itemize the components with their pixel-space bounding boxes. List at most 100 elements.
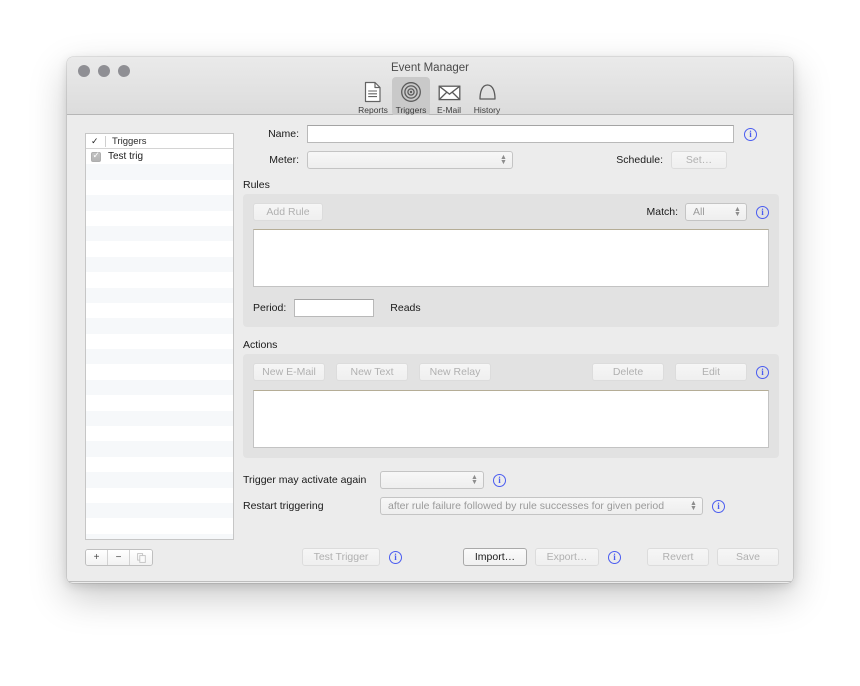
trigger-list-empty-row xyxy=(86,180,233,195)
screen-canvas: Event Manager Reports Triggers E-Mail Hi… xyxy=(0,0,860,686)
rules-list[interactable] xyxy=(253,229,769,287)
activate-again-row: Trigger may activate again ▲ ▼ i xyxy=(243,471,779,489)
trigger-detail-pane: Name: i Meter: ▲ ▼ Schedule: Set… Rules … xyxy=(243,125,779,515)
bell-icon xyxy=(477,80,498,104)
new-relay-button[interactable]: New Relay xyxy=(419,363,491,381)
trigger-list-empty-row xyxy=(86,272,233,287)
chevron-updown-icon: ▲ ▼ xyxy=(690,500,697,512)
trigger-list-empty-row xyxy=(86,195,233,211)
triggers-list-header: ✓ Triggers xyxy=(86,134,233,149)
rules-section: Rules Add Rule Match: All ▲ ▼ i Period: … xyxy=(243,179,779,327)
new-text-button[interactable]: New Text xyxy=(336,363,408,381)
actions-toolbar: New E-Mail New Text New Relay Delete Edi… xyxy=(253,363,769,381)
restart-triggering-value: after rule failure followed by rule succ… xyxy=(388,500,665,512)
trigger-list-empty-row xyxy=(86,349,233,365)
triggers-list[interactable]: ✓ Triggers Test trig xyxy=(85,133,234,540)
trigger-list-item-label: Test trig xyxy=(108,151,144,163)
revert-button[interactable]: Revert xyxy=(647,548,709,566)
header-divider xyxy=(105,135,106,147)
restart-triggering-popup[interactable]: after rule failure followed by rule succ… xyxy=(380,497,703,515)
rules-toolbar: Add Rule Match: All ▲ ▼ i xyxy=(253,203,769,221)
activate-again-info-button[interactable]: i xyxy=(493,473,506,487)
trigger-list-empty-row xyxy=(86,287,233,303)
rules-group-box: Add Rule Match: All ▲ ▼ i Period: Reads xyxy=(243,194,779,327)
triggers-list-header-label: Triggers xyxy=(112,135,147,147)
target-icon xyxy=(400,80,422,104)
trigger-list-empty-row xyxy=(86,334,233,349)
envelope-icon xyxy=(438,80,461,104)
trigger-list-item[interactable]: Test trig xyxy=(86,149,233,164)
trigger-list-empty-row xyxy=(86,256,233,273)
toolbar-label-history: History xyxy=(473,105,501,115)
toolbar-label-reports: Reports xyxy=(358,105,388,115)
add-trigger-button[interactable]: + xyxy=(86,550,108,565)
edit-action-button[interactable]: Edit xyxy=(675,363,747,381)
trigger-list-empty-row xyxy=(86,318,233,334)
actions-section: Actions New E-Mail New Text New Relay De… xyxy=(243,339,779,458)
schedule-set-button[interactable]: Set… xyxy=(671,151,727,169)
actions-group-label: Actions xyxy=(243,339,278,351)
test-trigger-info-button[interactable]: i xyxy=(389,550,402,564)
test-trigger-button[interactable]: Test Trigger xyxy=(302,548,380,566)
activate-again-label: Trigger may activate again xyxy=(243,474,367,486)
restart-triggering-label: Restart triggering xyxy=(243,500,324,512)
name-row: Name: i xyxy=(243,125,779,143)
period-input[interactable] xyxy=(294,299,375,317)
window-body: ✓ Triggers Test trig + − xyxy=(67,115,793,582)
triggers-list-rows: Test trig xyxy=(86,149,233,539)
toolbar-item-history[interactable]: History xyxy=(468,77,506,116)
trigger-enabled-checkbox[interactable] xyxy=(91,149,101,162)
chevron-updown-icon: ▲ ▼ xyxy=(734,206,741,218)
save-button[interactable]: Save xyxy=(717,548,779,566)
chevron-updown-icon: ▲ ▼ xyxy=(500,154,507,166)
import-button[interactable]: Import… xyxy=(463,548,527,566)
toolbar-label-email: E-Mail xyxy=(436,105,462,115)
restart-triggering-info-button[interactable]: i xyxy=(712,499,725,513)
duplicate-icon[interactable] xyxy=(130,550,152,565)
document-icon xyxy=(364,80,382,104)
name-input[interactable] xyxy=(307,125,734,143)
trigger-list-empty-row xyxy=(86,164,233,180)
event-manager-window: Event Manager Reports Triggers E-Mail Hi… xyxy=(67,57,793,583)
period-label: Period: xyxy=(253,302,287,314)
check-icon: ✓ xyxy=(91,135,99,146)
trigger-list-controls: + − xyxy=(85,549,153,566)
name-info-button[interactable]: i xyxy=(744,127,757,141)
actions-info-button[interactable]: i xyxy=(756,365,769,379)
toolbar-item-triggers[interactable]: Triggers xyxy=(392,77,430,116)
export-button[interactable]: Export… xyxy=(535,548,599,566)
trigger-list-empty-row xyxy=(86,441,233,457)
name-label: Name: xyxy=(268,128,299,140)
delete-action-button[interactable]: Delete xyxy=(592,363,664,381)
toolbar-item-reports[interactable]: Reports xyxy=(354,77,392,116)
footer-divider xyxy=(67,581,793,582)
trigger-list-empty-row xyxy=(86,472,233,488)
remove-trigger-button[interactable]: − xyxy=(108,550,130,565)
meter-label: Meter: xyxy=(269,154,299,166)
chevron-updown-icon: ▲ ▼ xyxy=(471,474,478,486)
trigger-list-empty-row xyxy=(86,426,233,441)
match-info-button[interactable]: i xyxy=(756,205,769,219)
match-popup[interactable]: All ▲ ▼ xyxy=(685,203,747,221)
trigger-list-empty-row xyxy=(86,502,233,519)
trigger-list-empty-row xyxy=(86,211,233,226)
meter-popup[interactable]: ▲ ▼ xyxy=(307,151,513,169)
activate-again-popup[interactable]: ▲ ▼ xyxy=(380,471,484,489)
trigger-list-empty-row xyxy=(86,457,233,472)
restart-triggering-row: Restart triggering after rule failure fo… xyxy=(243,497,779,515)
actions-list[interactable] xyxy=(253,390,769,448)
period-row: Period: Reads xyxy=(253,299,769,317)
actions-group-box: New E-Mail New Text New Relay Delete Edi… xyxy=(243,354,779,458)
add-rule-button[interactable]: Add Rule xyxy=(253,203,323,221)
trigger-list-empty-row xyxy=(86,488,233,503)
toolbar-item-email[interactable]: E-Mail xyxy=(430,77,468,116)
new-email-button[interactable]: New E-Mail xyxy=(253,363,325,381)
period-unit-label: Reads xyxy=(390,302,421,314)
schedule-label: Schedule: xyxy=(616,154,663,166)
trigger-list-empty-row xyxy=(86,364,233,379)
window-titlebar: Event Manager Reports Triggers E-Mail Hi… xyxy=(67,57,793,116)
trigger-list-empty-row xyxy=(86,241,233,256)
match-label: Match: xyxy=(646,206,678,218)
trigger-list-empty-row xyxy=(86,518,233,533)
export-info-button[interactable]: i xyxy=(608,550,621,564)
